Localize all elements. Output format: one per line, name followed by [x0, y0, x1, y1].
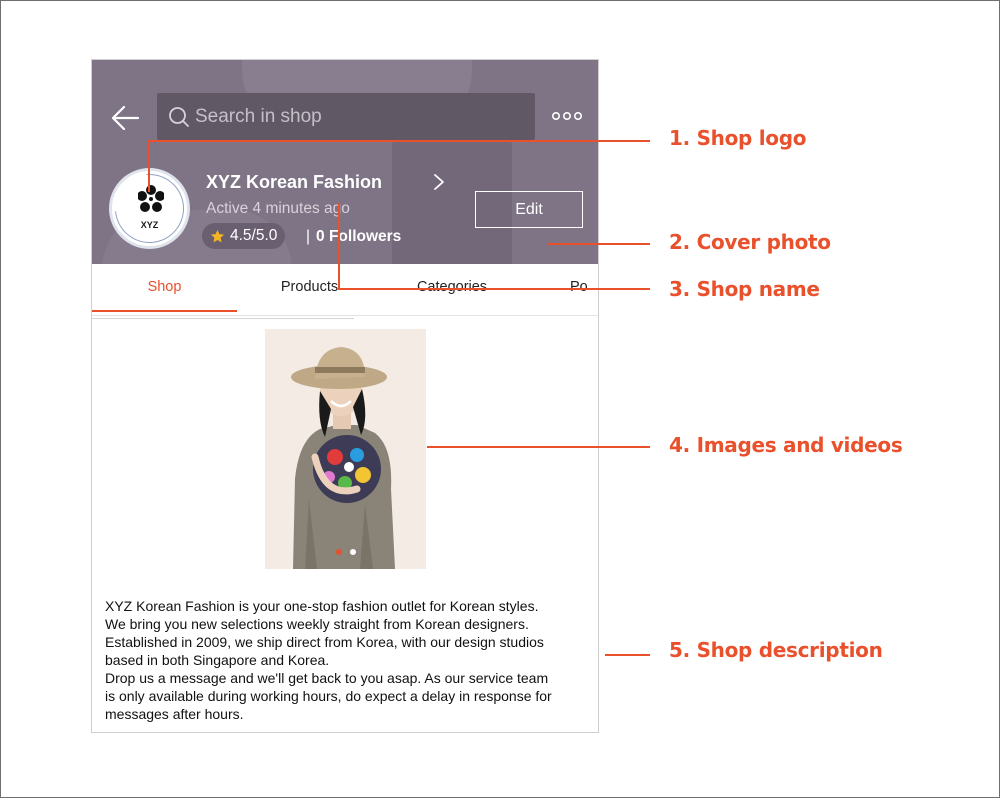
callout-line-logo	[148, 140, 650, 142]
cover-photo: Search in shop XYZ XYZ Korean Fashion Ac…	[92, 60, 598, 264]
annotation-shop-name: 3. Shop name	[669, 277, 820, 301]
description-line: XYZ Korean Fashion is your one-stop fash…	[105, 598, 539, 614]
logo-text: XYZ	[140, 220, 159, 230]
carousel-dots	[265, 542, 426, 560]
chevron-right-icon[interactable]	[432, 173, 446, 191]
tab-divider	[92, 318, 354, 319]
tab-categories[interactable]: Categories	[402, 264, 502, 316]
description-line: We bring you new selections weekly strai…	[105, 616, 529, 632]
edit-button[interactable]: Edit	[475, 191, 583, 228]
annotation-shop-description: 5. Shop description	[669, 638, 883, 662]
callout-line-media	[427, 446, 650, 448]
rating-badge: 4.5/5.0	[202, 223, 286, 249]
search-input[interactable]: Search in shop	[157, 93, 535, 140]
more-options-icon[interactable]	[551, 108, 583, 124]
description-line: Established in 2009, we ship direct from…	[105, 634, 544, 650]
carousel-dot[interactable]	[349, 549, 356, 555]
followers-value: 0 Followers	[316, 228, 402, 245]
search-icon	[169, 106, 189, 127]
followers-separator: |	[306, 228, 311, 245]
description-line: messages after hours.	[105, 706, 244, 722]
callout-line-logo	[148, 140, 150, 192]
star-icon	[210, 229, 225, 242]
annotation-images-videos: 4. Images and videos	[669, 433, 903, 457]
shop-page-screen: Search in shop XYZ XYZ Korean Fashion Ac…	[91, 59, 599, 733]
description-line: based in both Singapore and Korea.	[105, 652, 330, 668]
shop-name[interactable]: XYZ Korean Fashion	[206, 172, 382, 193]
active-status: Active 4 minutes ago	[206, 200, 350, 217]
callout-line-name	[338, 203, 340, 290]
tab-shop[interactable]: Shop	[92, 264, 237, 316]
search-placeholder: Search in shop	[195, 105, 322, 127]
shop-description: XYZ Korean Fashion is your one-stop fash…	[105, 597, 595, 723]
active-tab-indicator	[92, 310, 237, 312]
flower-icon	[138, 185, 164, 212]
rating-value: 4.5/5.0	[230, 227, 278, 244]
carousel-dot-active[interactable]	[335, 549, 342, 555]
media-carousel[interactable]	[265, 329, 426, 569]
tab-products[interactable]: Products	[262, 264, 357, 316]
followers-count: | 0 Followers	[306, 228, 401, 246]
annotation-shop-logo: 1. Shop logo	[669, 126, 807, 150]
callout-line-name	[338, 288, 650, 290]
description-line: Drop us a message and we'll get back to …	[105, 670, 549, 686]
shop-tabs: Shop Products Categories Po	[92, 264, 598, 319]
tab-posts[interactable]: Po	[570, 264, 598, 316]
back-arrow-icon[interactable]	[110, 102, 142, 134]
description-line: is only available during working hours, …	[105, 688, 552, 704]
callout-line-cover	[548, 243, 650, 245]
model-photo	[265, 329, 426, 569]
annotation-cover-photo: 2. Cover photo	[669, 230, 831, 254]
callout-line-description	[605, 654, 650, 656]
